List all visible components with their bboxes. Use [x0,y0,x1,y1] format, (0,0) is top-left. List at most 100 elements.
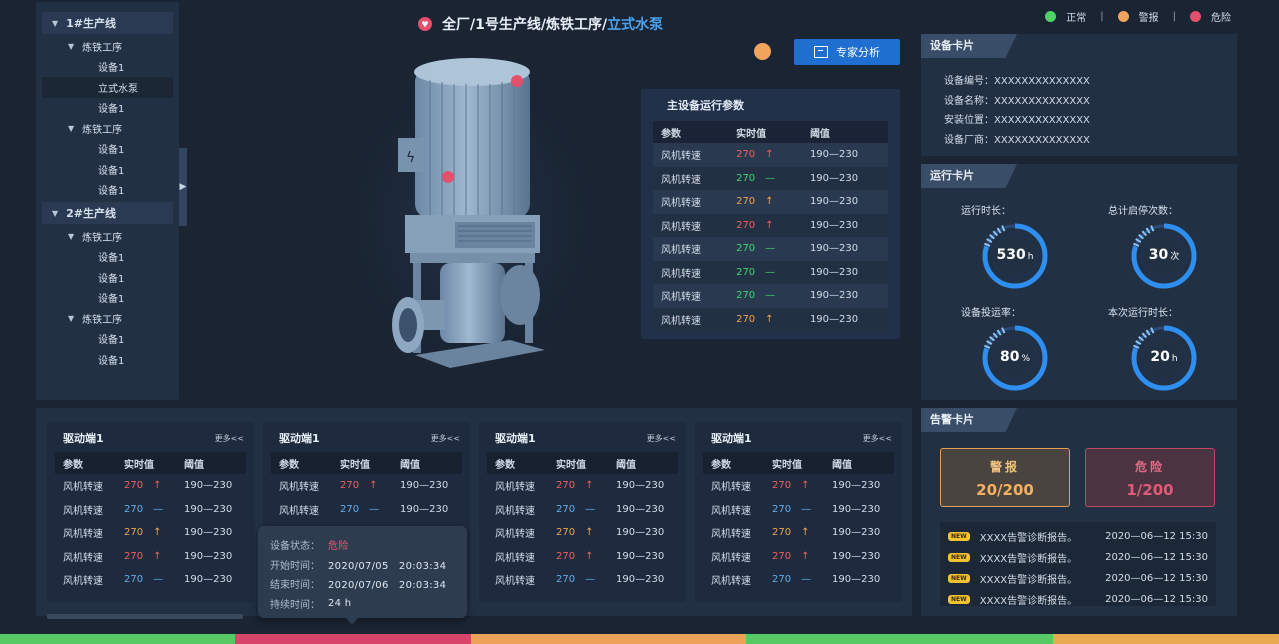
horizontal-scrollbar[interactable] [47,614,243,619]
tree-item[interactable]: ▼ 炼铁工序 [42,118,173,139]
alarm-text: XXXX告警诊断报告。 [979,575,1078,586]
table-row: 风机转速 270 ↑ 190—230 [487,545,678,569]
tree-item-label: 设备1 [98,63,125,75]
more-link[interactable]: 更多<< [215,433,244,444]
status-segment[interactable] [235,634,471,644]
col-value: 实时值 [728,121,802,143]
tree-item[interactable]: 设备1 [42,98,173,119]
driver-col-header: 实时值 [332,452,393,474]
more-link[interactable]: 更多<< [647,433,676,444]
param-value: 270 [124,480,144,492]
more-link[interactable]: 更多<< [431,433,460,444]
trend-icon: — [765,266,776,278]
warning-status-icon[interactable] [754,43,771,60]
run-card-title: 运行卡片 [921,164,1017,188]
trend-icon: — [765,243,776,255]
driver-col-header: 阈值 [392,452,462,474]
param-name: 风机转速 [63,576,103,588]
driver-col-header: 参数 [703,452,765,474]
alarm-time: 2020—06—12 15:30 [1105,552,1208,563]
gauge-label: 设备投运率： [961,308,1021,319]
alarm-card-title: 告警卡片 [921,408,1017,432]
param-name: 风机转速 [653,213,729,237]
gauge-label: 本次运行时长： [1108,308,1178,319]
tree-item[interactable]: ▼ 炼铁工序 [42,36,173,57]
alarm-item[interactable]: NEW XXXX告警诊断报告。 2020—06—12 15:30 [948,547,1208,568]
warning-count-label: 警报 [989,460,1020,474]
tree-item[interactable]: ▼ 炼铁工序 [42,226,173,247]
table-row: 风机转速 270 ↑ 190—230 [703,521,894,545]
tree-item[interactable]: 设备1 [42,329,173,350]
tree-item[interactable]: 设备1 [42,180,173,201]
warning-count-box[interactable]: 警报 20/200 [940,448,1070,507]
device-info-label: 安装位置： [944,115,994,127]
tree-item[interactable]: 立式水泵 [42,77,173,98]
alarm-time: 2020—06—12 15:30 [1105,594,1208,605]
expert-analysis-button[interactable]: 专家分析 [794,39,900,65]
driver-table: 参数 实时值 阈值 风机转速 270 ↑ 190—230 风机转速 270—190—230 风机转… [703,452,894,592]
new-badge: NEW [948,574,970,583]
param-value-cell: 270 — [116,498,176,522]
more-link[interactable]: 更多<< [863,433,892,444]
table-row: 风机转速 270 ↑ 190—230 [271,474,462,498]
tree-item[interactable]: ▼ 2#生产线 [42,202,173,224]
param-name: 风机转速 [653,143,729,167]
tree-item[interactable]: 设备1 [42,247,173,268]
breadcrumb-path[interactable]: 全厂/1号生产线/炼铁工序/ [442,14,607,34]
param-threshold: 190—230 [184,480,233,492]
alarm-item[interactable]: NEW XXXX告警诊断报告。 2020—06—12 15:30 [948,526,1208,547]
danger-dot-icon [1190,11,1201,22]
driver-col-header: 参数 [271,452,333,474]
tree-item[interactable]: 设备1 [42,267,173,288]
tooltip-row: 开始时间： 2020/07/05 20:03:34 [270,555,455,575]
caret-down-icon: ▼ [68,231,75,241]
param-threshold: 190—230 [801,213,888,237]
driver-col-header: 实时值 [116,452,177,474]
alarm-item[interactable]: NEW XXXX告警诊断报告。 2020—06—12 15:30 [948,589,1208,610]
danger-count-box[interactable]: 危险 1/200 [1085,448,1215,507]
caret-down-icon: ▼ [68,123,75,133]
trend-icon: — [153,574,164,586]
tree-item[interactable]: 设备1 [42,139,173,160]
alarm-item[interactable]: NEW XXXX告警诊断报告。 2020—06—12 15:30 [948,568,1208,589]
status-segment[interactable] [1052,634,1279,644]
tooltip-label: 持续时间： [270,599,320,611]
danger-count-label: 危险 [1134,460,1165,474]
table-row: 风机转速 270 ↑ 190—230 [55,474,246,498]
param-name: 风机转速 [653,190,729,214]
tree-item-label: 立式水泵 [98,83,138,95]
status-segment[interactable] [470,634,746,644]
param-threshold: 190—230 [801,307,888,331]
driver-col-header: 阈值 [824,452,894,474]
param-value-cell: 270 — [332,498,392,522]
tooltip-label: 结束时间： [270,580,320,592]
param-value-cell: 270 — [764,498,824,522]
tree-item[interactable]: 设备1 [42,159,173,180]
alarm-card: 告警卡片 警报 20/200 危险 1/200 NEW XXXX告警诊断报告。 20… [921,408,1237,616]
gauge-unit: % [1021,354,1031,364]
param-value: 270 [124,503,144,515]
main-params-panel: 主设备运行参数 参数 实时值 阈值 风机转速 270 ↑ 190—230 风机转速 270… [641,89,900,339]
trend-icon: ↑ [585,527,594,539]
tree-item-label: 设备1 [98,145,125,157]
timeline-status-bar[interactable] [0,634,1279,644]
collapse-tree-handle[interactable]: ▶ [179,148,187,226]
table-row: 风机转速 270 ↑ 190—230 [703,474,894,498]
status-segment[interactable] [745,634,1053,644]
tree-item[interactable]: ▼ 1#生产线 [42,12,173,34]
tree-item[interactable]: 设备1 [42,288,173,309]
status-segment[interactable] [0,634,236,644]
device-info-value: XXXXXXXXXXXXXX [994,76,1090,87]
param-threshold: 190—230 [184,503,233,515]
tree-item[interactable]: 设备1 [42,57,173,78]
new-badge: NEW [948,595,970,604]
pump-model[interactable]: ϟ [360,50,600,380]
analysis-icon [814,46,828,58]
status-legend: 正常 | 警报 | 危险 [1045,9,1231,24]
tree-item[interactable]: 设备1 [42,349,173,370]
trend-icon: — [585,574,596,586]
trend-icon: ↑ [801,527,810,539]
tree-item[interactable]: ▼ 炼铁工序 [42,308,173,329]
breadcrumb: ♥ 全厂/1号生产线/炼铁工序/ 立式水泵 [418,14,663,34]
param-value-cell: 270 ↑ [548,545,608,569]
